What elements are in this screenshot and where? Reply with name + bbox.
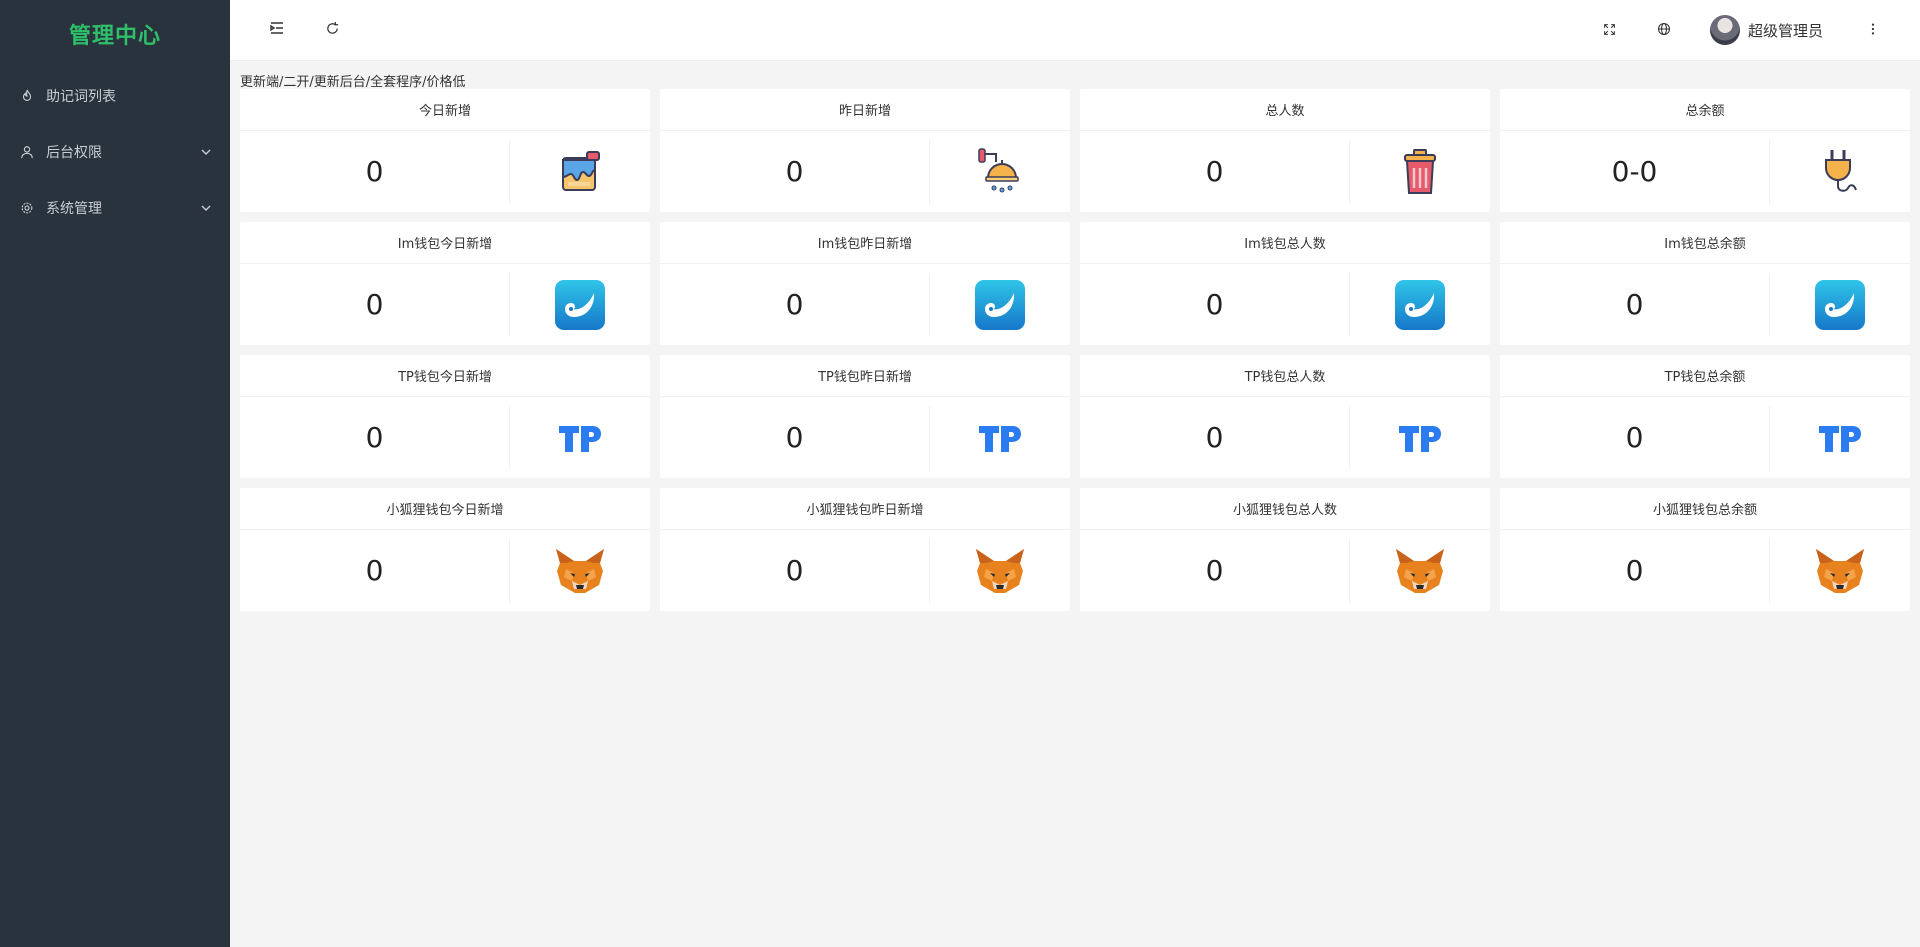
card-title: Im钱包今日新增 xyxy=(240,222,650,264)
card-title: TP钱包总余额 xyxy=(1500,355,1910,397)
language-button[interactable] xyxy=(1653,19,1675,41)
metamask-fox-icon xyxy=(1394,545,1446,597)
gear-icon xyxy=(20,201,34,215)
card-value: 0 xyxy=(1080,538,1350,603)
stat-card-im-today-new: Im钱包今日新增 0 xyxy=(240,222,650,345)
stat-card-im-yesterday-new: Im钱包昨日新增 0 xyxy=(660,222,1070,345)
sidebar: 管理中心 助记词列表 后台权限 系统管理 xyxy=(0,0,230,947)
stat-card-fox-yesterday-new: 小狐狸钱包昨日新增 0 xyxy=(660,488,1070,611)
user-icon xyxy=(20,145,34,159)
card-value: 0 xyxy=(240,538,510,603)
chevron-down-icon xyxy=(200,202,212,214)
tp-icon xyxy=(554,412,606,464)
card-title: 总余额 xyxy=(1500,89,1910,131)
card-title: 小狐狸钱包今日新增 xyxy=(240,488,650,530)
imtoken-icon xyxy=(554,279,606,331)
card-title: Im钱包昨日新增 xyxy=(660,222,1070,264)
sidebar-item-mnemonic-list[interactable]: 助记词列表 xyxy=(0,68,230,124)
metamask-fox-icon xyxy=(1814,545,1866,597)
card-value: 0 xyxy=(1500,405,1770,470)
stat-card-total-balance: 总余额 0-0 xyxy=(1500,89,1910,212)
tp-icon xyxy=(1394,412,1446,464)
more-vertical-icon xyxy=(1866,21,1880,40)
stat-card-tp-total-users: TP钱包总人数 0 xyxy=(1080,355,1490,478)
card-value: 0 xyxy=(660,538,930,603)
fullscreen-button[interactable] xyxy=(1598,19,1620,41)
card-value: 0 xyxy=(240,405,510,470)
stat-card-fox-total-users: 小狐狸钱包总人数 0 xyxy=(1080,488,1490,611)
tp-icon xyxy=(974,412,1026,464)
card-title: 昨日新增 xyxy=(660,89,1070,131)
card-value: 0-0 xyxy=(1500,139,1770,204)
card-title: 小狐狸钱包总人数 xyxy=(1080,488,1490,530)
sidebar-item-label: 系统管理 xyxy=(46,201,102,217)
card-title: TP钱包今日新增 xyxy=(240,355,650,397)
stat-card-im-total-users: Im钱包总人数 0 xyxy=(1080,222,1490,345)
card-title: TP钱包昨日新增 xyxy=(660,355,1070,397)
card-title: 小狐狸钱包昨日新增 xyxy=(660,488,1070,530)
card-value: 0 xyxy=(1500,538,1770,603)
stat-card-fox-total-balance: 小狐狸钱包总余额 0 xyxy=(1500,488,1910,611)
stat-card-total-users: 总人数 0 xyxy=(1080,89,1490,212)
card-value: 0 xyxy=(1500,272,1770,337)
more-options-button[interactable] xyxy=(1862,19,1884,41)
shower-icon xyxy=(974,146,1026,198)
card-value: 0 xyxy=(240,272,510,337)
card-value: 0 xyxy=(660,405,930,470)
stats-grid: 今日新增 0 昨日新增 0 总人数 0 总余额 0-0 Im钱包今日新增 0 I… xyxy=(240,89,1910,611)
user-name: 超级管理员 xyxy=(1748,21,1824,40)
sidebar-item-label: 助记词列表 xyxy=(46,89,116,105)
globe-icon xyxy=(1657,21,1671,40)
top-header: 超级管理员 xyxy=(230,0,1920,61)
card-value: 0 xyxy=(660,139,930,204)
user-menu[interactable]: 超级管理员 xyxy=(1710,15,1823,45)
chevron-down-icon xyxy=(200,146,212,158)
metamask-fox-icon xyxy=(554,545,606,597)
card-title: 总人数 xyxy=(1080,89,1490,131)
card-value: 0 xyxy=(1080,405,1350,470)
card-title: Im钱包总余额 xyxy=(1500,222,1910,264)
stat-card-today-new: 今日新增 0 xyxy=(240,89,650,212)
fullscreen-icon xyxy=(1603,21,1616,40)
card-title: Im钱包总人数 xyxy=(1080,222,1490,264)
card-title: 今日新增 xyxy=(240,89,650,131)
paint-bucket-icon xyxy=(554,146,606,198)
notice-text: 更新端/二开/更新后台/全套程序/价格低 xyxy=(240,75,466,90)
stat-card-tp-yesterday-new: TP钱包昨日新增 0 xyxy=(660,355,1070,478)
card-value: 0 xyxy=(660,272,930,337)
stat-card-im-total-balance: Im钱包总余额 0 xyxy=(1500,222,1910,345)
card-title: 小狐狸钱包总余额 xyxy=(1500,488,1910,530)
tp-icon xyxy=(1814,412,1866,464)
imtoken-icon xyxy=(974,279,1026,331)
imtoken-icon xyxy=(1394,279,1446,331)
stat-card-fox-today-new: 小狐狸钱包今日新增 0 xyxy=(240,488,650,611)
sidebar-item-system-management[interactable]: 系统管理 xyxy=(0,180,230,236)
refresh-icon xyxy=(325,21,340,40)
trash-can-icon xyxy=(1394,146,1446,198)
sidebar-item-label: 后台权限 xyxy=(46,145,102,161)
card-title: TP钱包总人数 xyxy=(1080,355,1490,397)
avatar xyxy=(1710,15,1740,45)
card-value: 0 xyxy=(1080,139,1350,204)
imtoken-icon xyxy=(1814,279,1866,331)
fire-icon xyxy=(20,89,34,103)
stat-card-yesterday-new: 昨日新增 0 xyxy=(660,89,1070,212)
sidebar-item-admin-permissions[interactable]: 后台权限 xyxy=(0,124,230,180)
refresh-button[interactable] xyxy=(321,19,343,41)
brand-title: 管理中心 xyxy=(68,24,161,49)
card-value: 0 xyxy=(1080,272,1350,337)
plug-icon xyxy=(1814,146,1866,198)
menu-collapse-button[interactable] xyxy=(266,19,288,41)
stat-card-tp-total-balance: TP钱包总余额 0 xyxy=(1500,355,1910,478)
metamask-fox-icon xyxy=(974,545,1026,597)
card-value: 0 xyxy=(240,139,510,204)
menu-fold-icon xyxy=(269,20,285,40)
stat-card-tp-today-new: TP钱包今日新增 0 xyxy=(240,355,650,478)
